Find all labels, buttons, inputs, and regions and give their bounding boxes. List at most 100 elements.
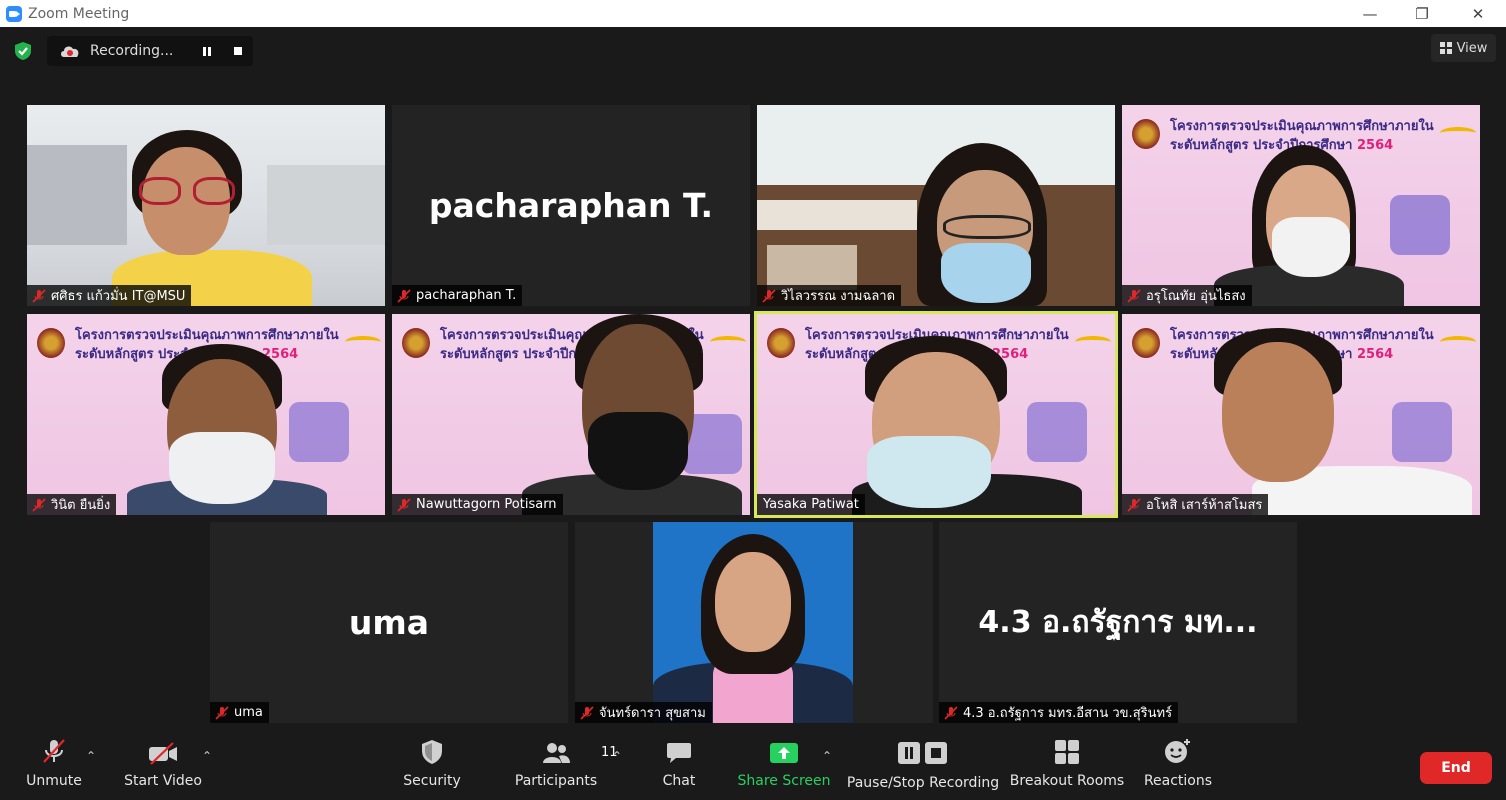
end-meeting-button[interactable]: End: [1420, 752, 1492, 784]
meeting-toolbar: Unmute ⌃ Start Video ⌃ Security 11 Parti…: [0, 733, 1506, 800]
maximize-button[interactable]: ❐: [1394, 0, 1450, 27]
title-bar: Zoom Meeting — ❐ ✕: [0, 0, 1506, 27]
participant-tile[interactable]: pacharaphan T. pacharaphan T.: [392, 105, 750, 306]
participant-tile[interactable]: ศศิธร แก้วมั่น IT@MSU: [27, 105, 385, 306]
university-seal: [1132, 119, 1160, 149]
view-button[interactable]: View: [1431, 34, 1496, 62]
mic-muted-icon: [762, 288, 776, 303]
mic-muted-icon: [43, 739, 65, 763]
participant-name: pacharaphan T.: [416, 288, 517, 303]
participant-name-bar: จันทร์ดารา สุขสาม: [575, 702, 712, 723]
security-button[interactable]: Security: [400, 733, 464, 800]
encryption-shield-icon[interactable]: [13, 41, 33, 61]
start-video-button[interactable]: Start Video: [122, 733, 204, 800]
participant-name-bar: 4.3 อ.ถรัฐการ มทร.อีสาน วข.สุรินทร์: [939, 702, 1179, 723]
participant-tile[interactable]: โครงการตรวจประเมินคุณภาพการศึกษาภายใน ระ…: [27, 314, 385, 515]
recording-indicator: Recording...: [47, 36, 253, 66]
participant-name: วินิต ยืนยิ่ง: [51, 498, 111, 513]
breakout-rooms-button[interactable]: Breakout Rooms: [1009, 733, 1125, 800]
university-seal: [1132, 328, 1160, 358]
unmute-button[interactable]: Unmute: [22, 733, 86, 800]
start-video-label: Start Video: [124, 773, 202, 789]
participant-tile[interactable]: โครงการตรวจประเมินคุณภาพการศึกษาภายใน ระ…: [392, 314, 750, 515]
window-title: Zoom Meeting: [28, 5, 130, 22]
grid-view-icon: [1439, 42, 1452, 54]
close-button[interactable]: ✕: [1450, 0, 1506, 27]
participant-name: วิไลวรรณ งามฉลาด: [781, 289, 896, 304]
security-shield-icon: [422, 740, 442, 764]
participant-name: จันทร์ดารา สุขสาม: [599, 706, 706, 721]
mic-muted-icon: [580, 705, 594, 720]
share-options-chevron-icon[interactable]: ⌃: [822, 749, 832, 763]
participant-display-name: 4.3 อ.ถรัฐการ มท...: [978, 605, 1258, 640]
participant-name: Nawuttagorn Potisarn: [416, 497, 557, 512]
pause-stop-recording-label: Pause/Stop Recording: [846, 775, 1000, 791]
reactions-label: Reactions: [1143, 773, 1213, 789]
mic-muted-icon: [944, 705, 958, 720]
participant-name: ศศิธร แก้วมั่น IT@MSU: [51, 289, 186, 304]
pause-stop-icon: [898, 742, 947, 764]
minimize-button[interactable]: —: [1342, 0, 1398, 27]
participant-name: uma: [234, 705, 263, 720]
reactions-button[interactable]: Reactions: [1140, 733, 1216, 800]
participants-icon: [543, 743, 570, 763]
zoom-logo-icon: [6, 5, 22, 22]
video-off-icon: [149, 742, 177, 765]
participant-tile[interactable]: โครงการตรวจประเมินคุณภาพการศึกษาภายใน ระ…: [1122, 105, 1480, 306]
participant-name: อโหสิ เสาร์ห้าสโมสร: [1146, 498, 1263, 513]
participant-name-bar: อรุโณทัย อุ่นไธสง: [1122, 285, 1252, 306]
participant-tile[interactable]: วิไลวรรณ งามฉลาด: [757, 105, 1115, 306]
chat-button[interactable]: Chat: [652, 733, 706, 800]
participant-name-bar: Nawuttagorn Potisarn: [392, 494, 563, 515]
security-label: Security: [403, 773, 461, 789]
mic-muted-icon: [215, 705, 229, 720]
mic-muted-icon: [32, 288, 46, 303]
participant-name-bar: วิไลวรรณ งามฉลาด: [757, 285, 902, 306]
participant-tile[interactable]: 4.3 อ.ถรัฐการ มท... 4.3 อ.ถรัฐการ มทร.อี…: [939, 522, 1297, 723]
video-options-chevron-icon[interactable]: ⌃: [202, 749, 212, 763]
cloud-recording-icon: [61, 46, 79, 57]
share-screen-button[interactable]: Share Screen: [737, 733, 831, 800]
audio-options-chevron-icon[interactable]: ⌃: [86, 749, 96, 763]
university-seal: [767, 328, 795, 358]
participant-name: อรุโณทัย อุ่นไธสง: [1146, 289, 1246, 304]
stop-recording-button[interactable]: [223, 36, 253, 66]
chat-label: Chat: [662, 773, 696, 789]
participant-tile[interactable]: uma uma: [210, 522, 568, 723]
participant-name-bar: Yasaka Patiwat: [757, 494, 865, 515]
participant-display-name: pacharaphan T.: [428, 186, 714, 225]
profile-photo: [653, 522, 853, 723]
recording-label: Recording...: [90, 43, 174, 59]
mic-muted-icon: [397, 497, 411, 512]
mic-muted-icon: [397, 288, 411, 303]
mic-muted-icon: [32, 497, 46, 512]
participant-name-bar: อโหสิ เสาร์ห้าสโมสร: [1122, 494, 1269, 515]
participants-button[interactable]: 11 Participants: [514, 733, 618, 800]
mic-muted-icon: [1127, 497, 1141, 512]
breakout-rooms-icon: [1055, 740, 1079, 764]
reactions-icon: [1165, 739, 1190, 763]
participant-display-name: uma: [348, 603, 430, 642]
university-seal: [37, 328, 65, 358]
share-screen-icon: [770, 743, 798, 763]
stop-icon: [234, 47, 242, 55]
participant-tile[interactable]: โครงการตรวจประเมินคุณภาพการศึกษาภายใน ระ…: [1122, 314, 1480, 515]
participant-name-bar: ศศิธร แก้วมั่น IT@MSU: [27, 285, 192, 306]
share-screen-label: Share Screen: [737, 773, 831, 789]
participant-tile[interactable]: จันทร์ดารา สุขสาม: [575, 522, 933, 723]
participant-name-bar: pacharaphan T.: [392, 285, 523, 306]
pause-icon: [203, 46, 211, 56]
university-seal: [402, 328, 430, 358]
pause-stop-recording-button[interactable]: Pause/Stop Recording: [846, 733, 1000, 800]
active-speaker-tile[interactable]: โครงการตรวจประเมินคุณภาพการศึกษาภายใน ระ…: [754, 311, 1118, 518]
unmute-label: Unmute: [26, 773, 82, 789]
mic-muted-icon: [1127, 288, 1141, 303]
view-label: View: [1456, 40, 1488, 56]
participant-name: Yasaka Patiwat: [763, 497, 859, 512]
participant-name: 4.3 อ.ถรัฐการ มทร.อีสาน วข.สุรินทร์: [963, 706, 1173, 721]
pause-recording-button[interactable]: [192, 36, 222, 66]
breakout-rooms-label: Breakout Rooms: [1009, 773, 1125, 789]
participant-name-bar: วินิต ยืนยิ่ง: [27, 494, 117, 515]
chat-icon: [667, 743, 691, 763]
participants-chevron-icon[interactable]: ⌃: [612, 749, 622, 763]
